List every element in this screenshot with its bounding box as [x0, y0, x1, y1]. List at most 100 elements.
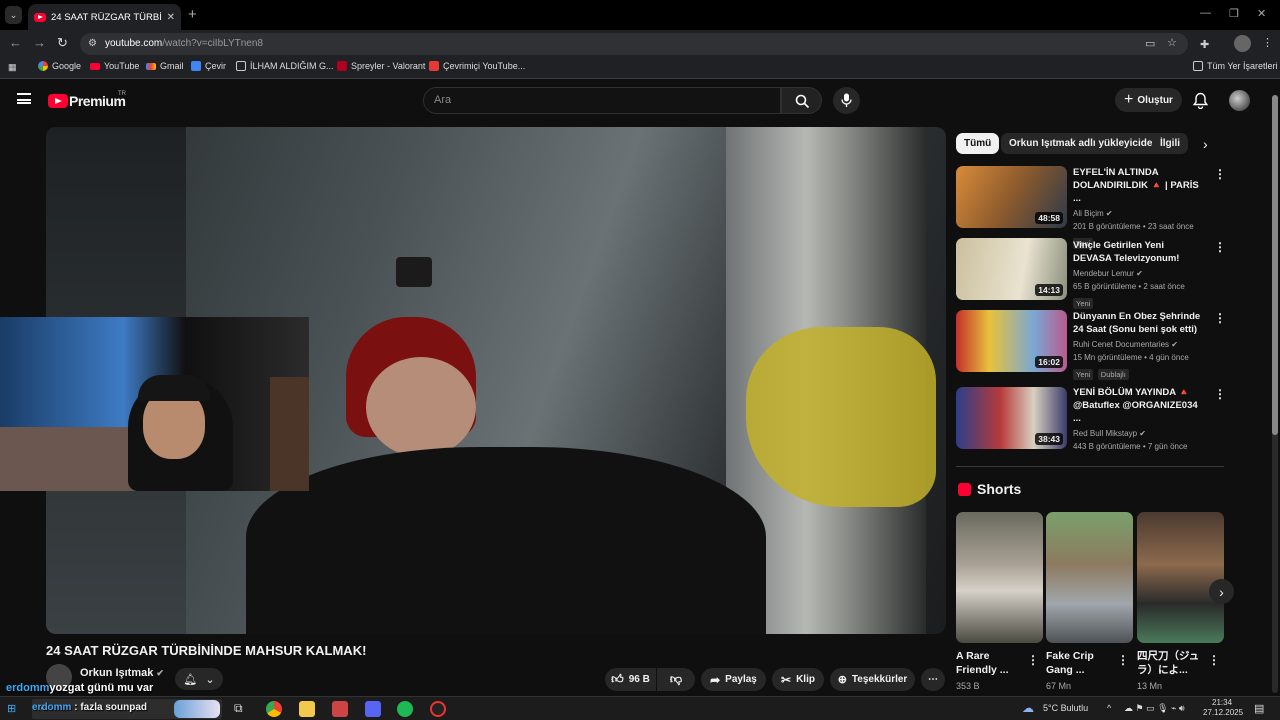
more-actions-button[interactable]: ⋯ [921, 668, 945, 691]
new-tab-button[interactable]: + [188, 6, 197, 23]
video-title[interactable]: Vinçle Getirilen Yeni DEVASA Televizyonu… [1073, 239, 1205, 265]
tray-icons[interactable]: ☁ ⚑ ▭ 🎙︎ ⌁ 🔊︎ [1124, 703, 1185, 714]
recommended-item[interactable]: 38:43 [956, 387, 1067, 449]
bookmark-star-icon[interactable]: ☆ [1167, 36, 1177, 49]
bookmark-translate[interactable]: Çevir [191, 61, 226, 71]
address-bar[interactable]: ⚙ youtube.com/watch?v=ciIbLYTnen8 ▭ ☆ [80, 33, 1188, 55]
bookmark-valorant[interactable]: Spreyler - Valorant [337, 61, 425, 71]
browser-tab[interactable]: 24 SAAT RÜZGAR TÜRBİNİNDE ✕ [28, 4, 181, 30]
section-divider [956, 466, 1224, 467]
short-thumbnail[interactable] [1046, 512, 1133, 643]
chip-from-uploader[interactable]: Orkun Işıtmak adlı yükleyiciden [1001, 133, 1167, 154]
profile-avatar[interactable] [1234, 35, 1251, 52]
more-options-icon[interactable]: ⋮ [1214, 167, 1226, 181]
channel-name[interactable]: Ruhi Cenet Documentaries [1073, 340, 1169, 349]
short-title[interactable]: A Rare Friendly ... [956, 649, 1024, 677]
more-options-icon[interactable]: ⋮ [1214, 311, 1226, 325]
notifications-bell-icon[interactable] [1192, 92, 1209, 112]
search-button[interactable] [781, 87, 822, 114]
site-info-icon[interactable]: ⚙ [88, 38, 97, 49]
thanks-button[interactable]: ⊕ Teşekkürler [830, 668, 915, 691]
search-input[interactable]: Ara [423, 87, 781, 114]
short-thumbnail[interactable] [1137, 512, 1224, 643]
restore-icon[interactable]: ❐ [1229, 7, 1239, 20]
bookmark-folder-ilham[interactable]: İLHAM ALDIĞIM G... [236, 61, 334, 71]
short-title[interactable]: Fake Crip Gang ... [1046, 649, 1114, 677]
video-thumbnail[interactable]: 48:58 [956, 166, 1067, 228]
more-options-icon[interactable]: ⋮ [1214, 240, 1226, 254]
browser-tab-strip: ⌄ 24 SAAT RÜZGAR TÜRBİNİNDE ✕ + — ❐ ✕ [0, 0, 1280, 30]
video-title[interactable]: EYFEL'İN ALTINDA DOLANDIRILDIK 🔺 | PARİS… [1073, 166, 1205, 205]
more-options-icon[interactable]: ⋮ [1117, 653, 1129, 667]
close-tab-icon[interactable]: ✕ [167, 12, 175, 23]
obs-icon[interactable] [430, 701, 446, 717]
reload-icon[interactable]: ↻ [57, 35, 68, 51]
short-thumbnail[interactable] [956, 512, 1043, 643]
share-button[interactable]: ➦ Paylaş [701, 668, 766, 691]
bookmark-google[interactable]: Google [38, 61, 81, 71]
cast-icon[interactable]: ▭ [1145, 37, 1155, 50]
all-bookmarks[interactable]: Tüm Yer İşaretleri [1193, 61, 1278, 71]
video-title[interactable]: YENİ BÖLÜM YAYINDA 🔺 @Batuflex @ORGANIZE… [1073, 386, 1205, 425]
scrollbar-thumb[interactable] [1272, 95, 1278, 435]
bookmark-gmail[interactable]: Gmail [146, 61, 184, 71]
short-title[interactable]: 四尺刀（ジュラ）によ... [1137, 649, 1205, 677]
subscription-bell-button[interactable]: 🔔︎ ⌄ [175, 668, 223, 690]
clip-button[interactable]: ✂ Klip [772, 668, 824, 691]
extensions-icon[interactable]: ✚ [1200, 38, 1209, 51]
video-thumbnail[interactable]: 38:43 [956, 387, 1067, 449]
chips-next-icon[interactable]: › [1203, 136, 1208, 152]
chip-related[interactable]: İlgili [1152, 133, 1188, 154]
channel-name[interactable]: Orkun Işıtmak ✔ [80, 667, 164, 679]
url-text[interactable]: youtube.com/watch?v=ciIbLYTnen8 [105, 38, 263, 49]
youtube-logo-icon[interactable] [48, 94, 68, 108]
like-button[interactable]: 👍︎ 96 B [605, 668, 656, 691]
recommended-item[interactable]: 16:02 [956, 310, 1067, 372]
more-options-icon[interactable]: ⋮ [1214, 387, 1226, 401]
video-title[interactable]: Dünyanın En Obez Şehrinde 24 Saat (Sonu … [1073, 310, 1205, 336]
hamburger-menu-icon[interactable] [17, 93, 31, 104]
voice-search-button[interactable] [833, 87, 860, 114]
back-icon[interactable]: ← [9, 35, 22, 50]
bookmark-online-youtube[interactable]: Çevrimiçi YouTube... [429, 61, 525, 71]
apps-grid-icon[interactable]: ▦ [8, 62, 17, 73]
channel-name[interactable]: Ali Biçim [1073, 209, 1104, 218]
clock-time[interactable]: 21:34 [1212, 698, 1232, 707]
minimize-icon[interactable]: — [1200, 7, 1211, 19]
chip-all[interactable]: Tümü [956, 133, 1000, 154]
weather-text[interactable]: 5°C Bulutlu [1043, 703, 1088, 713]
forward-icon[interactable]: → [33, 35, 46, 50]
dislike-button[interactable]: 👎︎ [657, 668, 695, 691]
recommended-info[interactable]: Vinçle Getirilen Yeni DEVASA Televizyonu… [1073, 239, 1205, 311]
task-view-icon[interactable]: ⧉ [234, 701, 243, 716]
create-button[interactable]: + Oluştur [1115, 88, 1182, 112]
channel-name[interactable]: Red Bull Mikstayp [1073, 429, 1137, 438]
notification-center-icon[interactable]: ▤ [1254, 702, 1264, 715]
logo-text[interactable]: Premium [69, 93, 126, 109]
discord-icon[interactable] [365, 701, 381, 717]
account-avatar[interactable] [1229, 90, 1250, 111]
taskbar-search[interactable]: ⌕ erdomm : fazla sounpad [32, 699, 222, 719]
bookmark-youtube[interactable]: YouTube [90, 61, 139, 71]
video-thumbnail[interactable]: 14:13 [956, 238, 1067, 300]
recommended-info[interactable]: Dünyanın En Obez Şehrinde 24 Saat (Sonu … [1073, 310, 1205, 382]
video-frame-face [366, 357, 476, 457]
close-window-icon[interactable]: ✕ [1257, 7, 1266, 20]
tray-chevron-up-icon[interactable]: ^ [1107, 703, 1111, 713]
spotify-icon[interactable] [397, 701, 413, 717]
file-explorer-icon[interactable] [299, 701, 315, 717]
browser-menu-icon[interactable]: ⋮ [1262, 36, 1273, 49]
app-icon[interactable] [332, 701, 348, 717]
tab-search-button[interactable]: ⌄ [5, 6, 22, 24]
recommended-info[interactable]: YENİ BÖLÜM YAYINDA 🔺 @Batuflex @ORGANIZE… [1073, 386, 1205, 453]
windows-start-icon[interactable]: ⊞ [7, 702, 16, 715]
recommended-item[interactable]: 48:58 [956, 166, 1067, 228]
shorts-next-button[interactable]: › [1209, 579, 1234, 604]
recommended-item[interactable]: 14:13 [956, 238, 1067, 300]
chrome-app-icon[interactable] [266, 701, 282, 717]
clock-date[interactable]: 27.12.2025 [1203, 708, 1243, 717]
more-options-icon[interactable]: ⋮ [1027, 653, 1039, 667]
video-thumbnail[interactable]: 16:02 [956, 310, 1067, 372]
channel-name[interactable]: Mendebur Lemur [1073, 269, 1134, 278]
more-options-icon[interactable]: ⋮ [1208, 653, 1220, 667]
